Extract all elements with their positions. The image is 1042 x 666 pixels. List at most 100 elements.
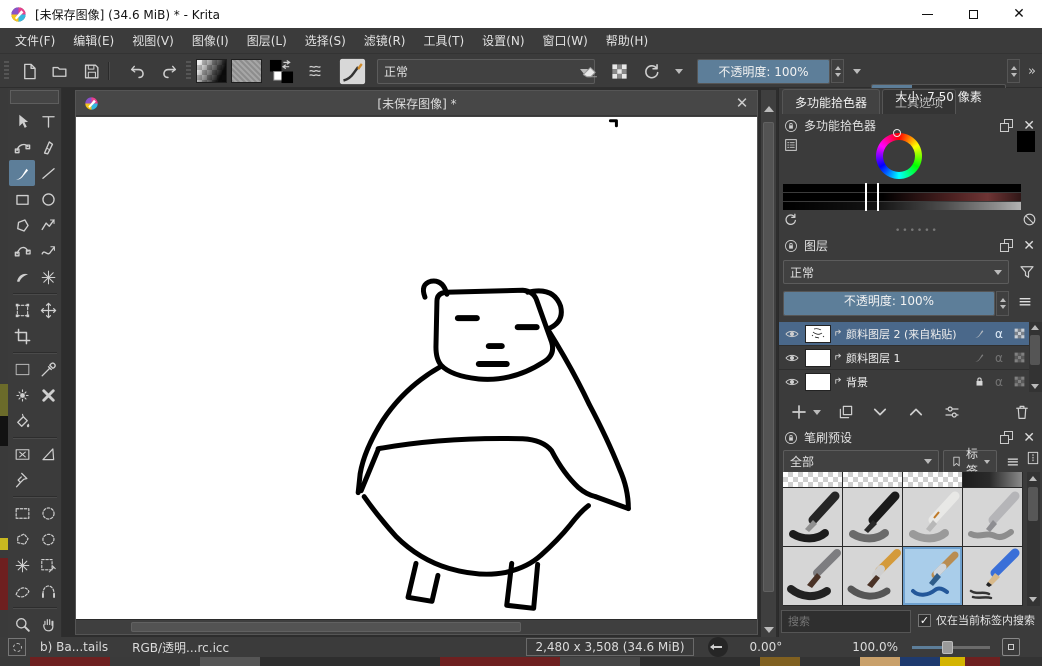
layer-visibility-icon[interactable] (779, 326, 805, 342)
reload-dropdown[interactable] (671, 59, 687, 83)
color-wheel[interactable] (876, 133, 922, 179)
layer-thumbnail[interactable] (805, 349, 831, 367)
scrollbar-thumb[interactable] (1030, 335, 1040, 365)
tool-dynamic-brush[interactable] (9, 264, 35, 290)
tool-bezier-curve[interactable] (9, 238, 35, 264)
tool-crop[interactable] (9, 323, 35, 349)
layer-list-scrollbar[interactable] (1029, 322, 1042, 392)
reload-preset-button[interactable] (638, 59, 664, 83)
menu-filter[interactable]: 滤镜(R) (355, 28, 415, 53)
tool-pan[interactable] (35, 611, 61, 637)
inherit-alpha-icon[interactable] (969, 327, 989, 340)
tool-measure[interactable] (35, 441, 61, 467)
docker-lock-icon[interactable] (784, 119, 798, 133)
tool-color-sampler[interactable] (35, 356, 61, 382)
brush-preset-soft-pen[interactable] (903, 488, 962, 546)
tool-similar-color-select[interactable] (9, 552, 35, 578)
layer-thumbnail[interactable] (805, 373, 831, 391)
brush-preset-pencil[interactable] (963, 547, 1022, 605)
layer-alpha-checker-icon[interactable] (1009, 375, 1029, 388)
fit-canvas-button[interactable] (1002, 638, 1020, 656)
no-color-icon[interactable] (1022, 212, 1037, 227)
canvas[interactable] (76, 117, 757, 619)
zoom-slider[interactable] (912, 646, 990, 649)
brush-search-input[interactable] (781, 610, 911, 633)
scroll-up-icon[interactable] (1031, 325, 1039, 330)
menu-tools[interactable]: 工具(T) (414, 28, 473, 53)
tool-select-shapes[interactable] (9, 108, 35, 134)
brush-preset-paintbrush-dark[interactable] (783, 547, 842, 605)
scrollbar-thumb[interactable] (1028, 487, 1038, 521)
redo-button[interactable] (156, 59, 182, 83)
menu-edit[interactable]: 编辑(E) (64, 28, 123, 53)
tool-fill[interactable] (9, 408, 35, 434)
selection-mode-icon[interactable] (8, 638, 26, 656)
zoom-slider-thumb[interactable] (942, 641, 953, 654)
blend-mode-combo[interactable]: 正常 (377, 59, 595, 84)
menu-view[interactable]: 视图(V) (123, 28, 183, 53)
canvas-rotation-knob[interactable] (708, 637, 728, 657)
size-spinner[interactable] (1007, 59, 1020, 83)
eraser-mode-button[interactable] (576, 59, 602, 83)
opacity-dropdown[interactable] (849, 59, 865, 83)
status-color-profile[interactable]: RGB/透明...rc.icc (132, 639, 229, 656)
brush-filter-combo[interactable]: 全部 (783, 450, 939, 473)
add-layer-button[interactable] (787, 403, 811, 421)
docker-resize-handle[interactable]: •••••• (895, 226, 939, 236)
docker-lock-icon[interactable] (784, 239, 798, 253)
tab-advanced-color-selector[interactable]: 多功能拾色器 (782, 89, 880, 114)
brush-grid-scrollbar[interactable] (1027, 472, 1040, 606)
opacity-spinner[interactable] (831, 59, 844, 83)
menu-select[interactable]: 选择(S) (296, 28, 355, 53)
alpha-lock-icon[interactable]: α (989, 327, 1009, 341)
brush-preset-paintbrush-orange[interactable] (843, 547, 902, 605)
scroll-up-icon[interactable] (1029, 476, 1037, 481)
subwindow-titlebar[interactable]: [未保存图像] * ✕ (76, 91, 757, 116)
toolbox-header[interactable] (10, 90, 59, 104)
alpha-lock-icon[interactable]: α (989, 351, 1009, 365)
layer-row-paint-2[interactable]: 颜料图层 2 (来自粘贴) α (779, 322, 1042, 346)
brush-preset-eraser-small[interactable] (843, 472, 902, 487)
brush-preset-marker[interactable] (843, 488, 902, 546)
layer-blend-mode-combo[interactable]: 正常 (783, 260, 1009, 284)
tool-rect-select[interactable] (9, 500, 35, 526)
layer-thumbnail[interactable] (805, 325, 831, 343)
tool-pattern-edit[interactable] (9, 382, 35, 408)
tool-move[interactable] (35, 297, 61, 323)
layer-opacity-spinner[interactable] (996, 291, 1009, 316)
hscrollbar-thumb[interactable] (131, 622, 521, 632)
minimize-button[interactable] (904, 0, 950, 28)
brush-preset-airbrush[interactable] (963, 472, 1022, 487)
opacity-slider[interactable]: 不透明度: 100% (697, 59, 830, 84)
close-docker-icon[interactable]: ✕ (1023, 238, 1035, 254)
image-dimensions[interactable]: 2,480 x 3,508 (34.6 MiB) (526, 638, 693, 656)
tool-polygon-select[interactable] (9, 526, 35, 552)
float-docker-icon[interactable] (1000, 239, 1013, 252)
layer-lock-icon[interactable] (969, 375, 989, 388)
menu-file[interactable]: 文件(F) (6, 28, 64, 53)
menu-window[interactable]: 窗口(W) (534, 28, 597, 53)
search-in-tag-checkbox[interactable]: ✓ (918, 614, 931, 627)
tool-reference-images[interactable] (9, 467, 35, 493)
close-button[interactable]: ✕ (996, 0, 1042, 28)
scroll-up-icon[interactable] (764, 106, 774, 112)
refresh-colors-icon[interactable] (783, 212, 798, 227)
tool-ellipse-select[interactable] (35, 500, 61, 526)
tool-text[interactable] (35, 108, 61, 134)
vscrollbar-thumb[interactable] (763, 122, 774, 592)
menu-image[interactable]: 图像(I) (183, 28, 238, 53)
tool-freehand-select[interactable] (35, 526, 61, 552)
tool-bezier-select[interactable] (9, 578, 35, 604)
bar-slider-handle[interactable] (865, 183, 879, 211)
add-layer-dropdown-icon[interactable] (813, 410, 821, 415)
tool-line[interactable] (35, 160, 61, 186)
canvas-hscrollbar[interactable] (76, 619, 757, 634)
layer-alpha-checker-icon[interactable] (1009, 327, 1029, 340)
saturation-triangle[interactable] (882, 141, 916, 171)
gradient-swatch[interactable] (196, 59, 227, 83)
layer-row-paint-1[interactable]: 颜料图层 1 α (779, 346, 1042, 370)
layer-options-menu-icon[interactable]: ≡ (1013, 289, 1037, 314)
brush-preset-silver-pen[interactable] (963, 488, 1022, 546)
tool-calligraphy[interactable] (35, 134, 61, 160)
layer-opacity-slider[interactable]: 不透明度: 100% (783, 291, 995, 316)
